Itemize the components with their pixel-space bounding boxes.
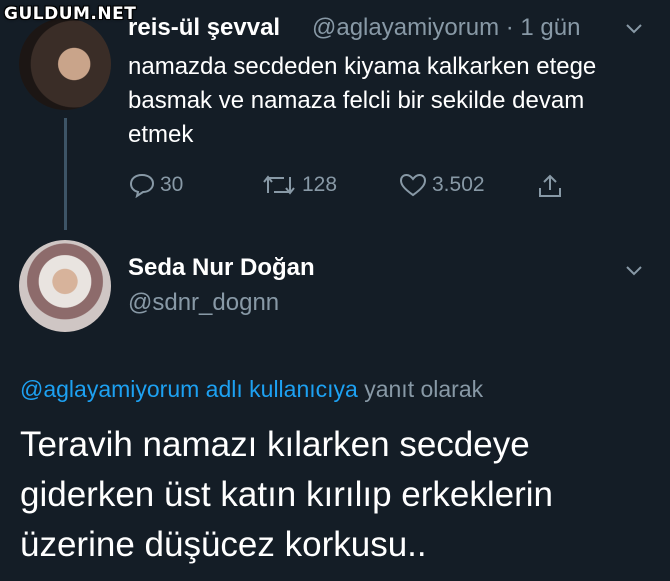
retweet-button[interactable]: 128 xyxy=(260,172,337,198)
tweet-text: Teravih namazı kılarken secdeye giderken… xyxy=(20,425,554,564)
retweet-icon xyxy=(263,175,295,195)
like-button[interactable]: 3.502 xyxy=(398,172,485,198)
author-handle[interactable]: @sdnr_dognn xyxy=(128,289,279,317)
retweet-count: 128 xyxy=(302,173,338,196)
share-button[interactable] xyxy=(536,172,568,200)
author-name[interactable]: Seda Nur Doğan xyxy=(128,254,315,282)
tweet-text: namazda secdeden kiyama kalkarken etege … xyxy=(128,53,597,148)
chevron-down-icon[interactable] xyxy=(626,24,642,38)
thread-connector-line xyxy=(64,118,67,230)
watermark-logo: GULDUM.NET xyxy=(4,4,137,24)
author-name[interactable]: reis-ül şevval xyxy=(128,14,280,42)
tweet-actions: 30 128 3.502 xyxy=(128,172,568,200)
author-handle-time[interactable]: @aglayamiyorum · 1 gün xyxy=(312,14,580,42)
reply-count: 30 xyxy=(160,173,184,196)
share-icon xyxy=(539,174,561,197)
avatar[interactable] xyxy=(19,240,111,332)
avatar[interactable] xyxy=(19,18,111,110)
reply-mention-link[interactable]: @aglayamiyorum adlı kullanıcıya xyxy=(20,376,358,402)
reply-suffix: yanıt olarak xyxy=(357,376,484,402)
chevron-down-icon[interactable] xyxy=(626,266,642,280)
heart-icon xyxy=(399,173,427,197)
like-count: 3.502 xyxy=(432,173,485,196)
reply-icon xyxy=(129,173,155,198)
replying-to: @aglayamiyorum adlı kullanıcıya yanıt ol… xyxy=(20,376,483,403)
reply-button[interactable]: 30 xyxy=(128,172,183,198)
